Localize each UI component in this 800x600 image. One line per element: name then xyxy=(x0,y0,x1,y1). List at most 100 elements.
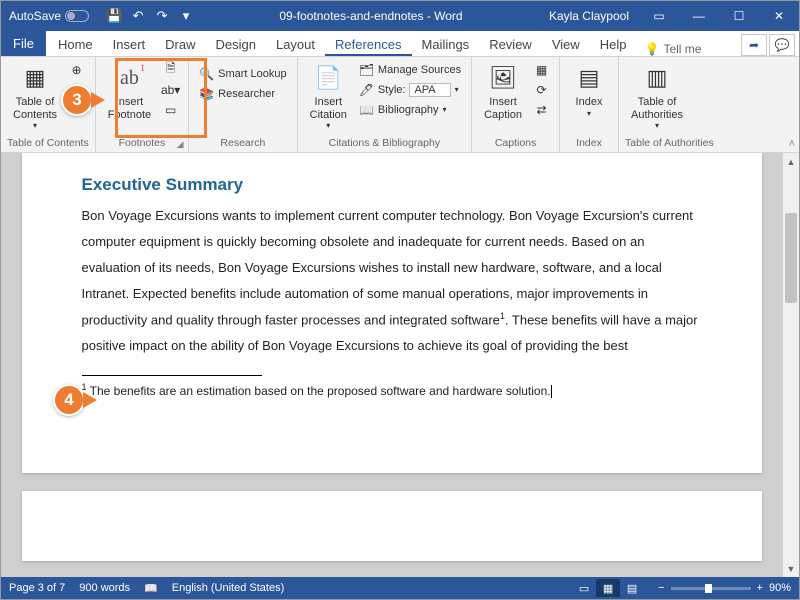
tab-mailings[interactable]: Mailings xyxy=(412,33,480,56)
group-index: ▤ Index ▾ Index xyxy=(560,57,619,152)
style-dropdown[interactable]: 🖊Style: APA▾ xyxy=(355,80,465,99)
next-footnote-button[interactable]: ab▾ xyxy=(159,80,182,99)
spellcheck-button[interactable]: 📖 xyxy=(144,582,158,595)
tab-design[interactable]: Design xyxy=(206,33,266,56)
tab-file[interactable]: File xyxy=(1,31,46,56)
chevron-down-icon: ▾ xyxy=(33,121,37,130)
insert-footnote-button[interactable]: ab Insert Footnote xyxy=(102,60,157,123)
group-captions: 🖼 Insert Caption ▦ ⟳ ⇄ Captions xyxy=(472,57,560,152)
window-controls: ▭ — ☐ ✕ xyxy=(639,1,799,31)
smart-lookup-button[interactable]: 🔍Smart Lookup xyxy=(195,64,290,83)
footnote-separator xyxy=(82,375,262,376)
group-footnotes: ab Insert Footnote 🗎 ab▾ ▭ Footnotes ◢ xyxy=(96,57,189,152)
show-notes-icon: ▭ xyxy=(163,102,178,117)
zoom-level[interactable]: 90% xyxy=(769,582,791,594)
redo-button[interactable]: ↷ xyxy=(151,5,173,27)
body-paragraph[interactable]: Bon Voyage Excursions wants to implement… xyxy=(82,203,702,359)
table-of-authorities-button[interactable]: ▥ Table of Authorities ▾ xyxy=(625,60,689,132)
share-button[interactable]: ➦ xyxy=(741,34,767,56)
table-of-contents-button[interactable]: ▦ Table of Contents ▾ xyxy=(7,60,63,132)
tab-layout[interactable]: Layout xyxy=(266,33,325,56)
scroll-down-button[interactable]: ▼ xyxy=(783,560,799,577)
insert-endnote-button[interactable]: 🗎 xyxy=(159,60,182,79)
manage-sources-button[interactable]: 🗂Manage Sources xyxy=(355,60,465,79)
page[interactable]: Executive Summary Bon Voyage Excursions … xyxy=(22,153,762,473)
group-citations: 📄 Insert Citation ▾ 🗂Manage Sources 🖊Sty… xyxy=(298,57,472,152)
add-text-button[interactable]: ⊕ xyxy=(65,60,88,79)
user-name[interactable]: Kayla Claypool xyxy=(539,9,639,23)
zoom-slider[interactable] xyxy=(671,587,751,590)
chevron-down-icon: ▾ xyxy=(442,105,446,114)
toc-icon: ▦ xyxy=(19,62,51,94)
index-button[interactable]: ▤ Index ▾ xyxy=(566,60,612,120)
ribbon-options-button[interactable]: ▭ xyxy=(639,1,679,31)
read-mode-button[interactable]: ▭ xyxy=(572,579,596,597)
save-button[interactable]: 💾 xyxy=(103,5,125,27)
authorities-label: Table of Authorities xyxy=(631,96,683,121)
close-button[interactable]: ✕ xyxy=(759,1,799,31)
language-indicator[interactable]: English (United States) xyxy=(172,582,285,594)
maximize-button[interactable]: ☐ xyxy=(719,1,759,31)
print-layout-button[interactable]: ▦ xyxy=(596,579,620,597)
word-count[interactable]: 900 words xyxy=(79,582,130,594)
update-figures-button[interactable]: ⟳ xyxy=(530,80,553,99)
collapse-ribbon-button[interactable]: ˄ xyxy=(789,138,795,150)
insert-footnote-label: Insert Footnote xyxy=(108,96,151,121)
tab-help[interactable]: Help xyxy=(590,33,637,56)
minimize-button[interactable]: — xyxy=(679,1,719,31)
tab-view[interactable]: View xyxy=(542,33,590,56)
autosave-toggle[interactable]: AutoSave xyxy=(1,9,97,23)
tab-insert[interactable]: Insert xyxy=(103,33,156,56)
insert-caption-label: Insert Caption xyxy=(484,96,522,121)
insert-citation-button[interactable]: 📄 Insert Citation ▾ xyxy=(304,60,353,132)
scroll-thumb[interactable] xyxy=(785,213,797,303)
share-area: ➦ 💬 xyxy=(737,34,799,56)
cross-reference-button[interactable]: ⇄ xyxy=(530,100,553,119)
tab-review[interactable]: Review xyxy=(479,33,542,56)
group-label: Table of Contents xyxy=(7,135,89,152)
crossref-icon: ⇄ xyxy=(534,102,549,117)
show-notes-button[interactable]: ▭ xyxy=(159,100,182,119)
document-area[interactable]: Executive Summary Bon Voyage Excursions … xyxy=(1,153,782,577)
tab-draw[interactable]: Draw xyxy=(155,33,205,56)
scroll-up-button[interactable]: ▲ xyxy=(783,153,799,170)
web-layout-button[interactable]: ▤ xyxy=(620,579,644,597)
bibliography-button[interactable]: 📖Bibliography ▾ xyxy=(355,100,465,119)
update-icon: ⟳ xyxy=(534,82,549,97)
callout-4: 4 xyxy=(53,384,97,416)
index-label: Index xyxy=(576,96,603,109)
zoom-controls: − + 90% xyxy=(658,582,791,594)
qat-customize-button[interactable]: ▾ xyxy=(175,5,197,27)
undo-button[interactable]: ↶ xyxy=(127,5,149,27)
group-label: Table of Authorities xyxy=(625,135,714,152)
group-label: Citations & Bibliography xyxy=(304,135,465,152)
page-next[interactable] xyxy=(22,491,762,561)
insert-caption-button[interactable]: 🖼 Insert Caption xyxy=(478,60,528,123)
group-label: Research xyxy=(195,135,290,152)
footnote-text[interactable]: 1 The benefits are an estimation based o… xyxy=(82,382,702,398)
page-indicator[interactable]: Page 3 of 7 xyxy=(9,582,65,594)
search-icon: 🔍 xyxy=(199,66,214,81)
zoom-in-button[interactable]: + xyxy=(757,582,763,594)
style-icon: 🖊 xyxy=(359,82,374,97)
view-buttons: ▭ ▦ ▤ xyxy=(572,579,644,597)
autosave-label: AutoSave xyxy=(9,9,61,23)
zoom-slider-knob[interactable] xyxy=(705,584,712,593)
biblio-icon: 📖 xyxy=(359,102,374,117)
vertical-scrollbar[interactable]: ▲ ▼ xyxy=(782,153,799,577)
callout-bubble: 3 xyxy=(61,84,93,116)
footnotes-dialog-launcher[interactable]: ◢ xyxy=(174,138,186,150)
footnote-icon: ab xyxy=(113,62,145,94)
titlebar: AutoSave 💾 ↶ ↷ ▾ 09-footnotes-and-endnot… xyxy=(1,1,799,31)
group-label: Index xyxy=(566,135,612,152)
quick-access-toolbar: 💾 ↶ ↷ ▾ xyxy=(97,5,203,27)
tab-references[interactable]: References xyxy=(325,33,411,56)
tell-me[interactable]: 💡 Tell me xyxy=(637,42,710,56)
insert-citation-label: Insert Citation xyxy=(310,96,347,121)
ribbon-tabs: File Home Insert Draw Design Layout Refe… xyxy=(1,31,799,57)
tab-home[interactable]: Home xyxy=(48,33,103,56)
researcher-button[interactable]: 📚Researcher xyxy=(195,84,290,103)
zoom-out-button[interactable]: − xyxy=(658,582,664,594)
table-of-figures-button[interactable]: ▦ xyxy=(530,60,553,79)
comments-button[interactable]: 💬 xyxy=(769,34,795,56)
